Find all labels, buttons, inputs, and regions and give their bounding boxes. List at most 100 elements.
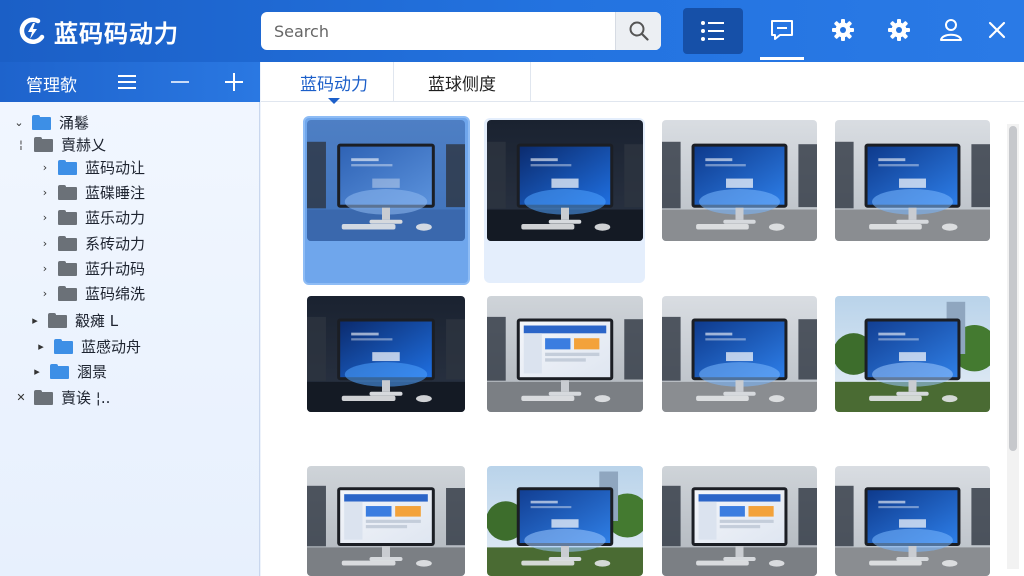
caret-right-icon[interactable]: ▸ [30,360,44,382]
minus-icon [171,81,189,83]
tab-lanqiu-cedu[interactable]: 蓝球侧度 [393,62,531,102]
thumbnail-illustration [835,296,990,412]
panel-collapse-button[interactable] [168,70,192,94]
thumbnail-image[interactable] [662,120,817,241]
tree-node[interactable]: ✕ 賣诶 ¦.. [14,386,110,408]
thumbnail-illustration [487,296,643,412]
caret-right-icon[interactable]: ▸ [28,309,42,331]
tree-node-label: 蓝升动码 [85,259,146,278]
folder-icon [58,184,77,200]
tree-node-label: 系砖动力 [85,234,146,253]
thumbnail-image[interactable] [307,120,465,241]
thumbnail-illustration [307,296,465,412]
scrollbar-thumb[interactable] [1009,126,1017,451]
tree-node[interactable]: ▸ 蓝感动舟 [34,335,141,357]
list-view-button[interactable] [683,8,743,54]
thumbnail-illustration [835,120,990,241]
folder-icon [50,363,69,379]
chevron-right-icon[interactable]: › [38,282,52,304]
close-icon [988,21,1006,39]
thumbnail-illustration [662,296,817,412]
tree-node[interactable]: › 蓝乐动力 [38,206,145,228]
tree-node[interactable]: ¦ 賣赫乂 [14,133,106,155]
chevron-right-icon[interactable]: › [38,156,52,178]
tree-node-label: 蓝乐动力 [85,208,146,227]
thumbnail-image[interactable] [487,466,643,576]
tree-node-label: 蓝码动让 [85,158,146,177]
comment-button[interactable] [758,6,806,60]
tree-node[interactable]: ⌄ 涌鬈 [12,111,89,133]
tree-node-label: 觳瘫 L [75,311,119,330]
search-button[interactable] [615,12,661,50]
app-title: 蓝码码动力 [54,20,179,48]
app-header: 蓝码码动力 [0,0,1024,62]
tree-node-label: 賣诶 ¦.. [61,388,111,407]
thumbnail-image[interactable] [307,466,465,576]
tree-node-label: 蓝碟睡注 [85,183,146,202]
tree-node[interactable]: › 蓝码动让 [38,156,145,178]
panel-add-button[interactable] [222,70,246,94]
folder-icon [58,209,77,225]
panel-title: 管理欹 [26,76,77,96]
folder-icon [58,235,77,251]
user-icon [940,19,962,41]
folder-icon [34,389,53,405]
manager-panel: 管理欹 ⌄ 涌鬈 ¦ 賣赫乂 › 蓝码动让 › 蓝碟睡注 › 蓝乐动力 › 系砖… [0,62,260,576]
chevron-right-icon[interactable]: › [38,181,52,203]
app-logo-icon [19,17,45,44]
thumbnail-image[interactable] [307,296,465,412]
tab-bar: 蓝码动力 蓝球侧度 [261,62,1024,104]
tree-node-label: 溷景 [77,362,108,381]
panel-menu-button[interactable] [115,70,139,94]
tree-node-label: 蓝码绵洗 [85,284,146,303]
tab-label: 蓝球侧度 [428,74,496,95]
search-input[interactable] [261,12,613,50]
tree-node[interactable]: › 蓝升动码 [38,257,145,279]
thumbnail-image[interactable] [662,466,817,576]
thumbnail-image[interactable] [835,120,990,241]
tree-node[interactable]: ▸ 溷景 [30,360,107,382]
expand-toggle-icon[interactable]: ⌄ [12,111,26,133]
thumbnail-image[interactable] [487,296,643,412]
chevron-right-icon[interactable]: › [38,232,52,254]
search-icon [629,21,649,41]
search-box [261,12,661,50]
tree-node[interactable]: › 蓝码绵洗 [38,282,145,304]
tree-node[interactable]: › 蓝碟睡注 [38,181,145,203]
list-icon [701,21,724,41]
caret-right-icon[interactable]: ▸ [34,335,48,357]
caret-down-icon [328,98,340,104]
folder-icon [58,260,77,276]
chevron-right-icon[interactable]: › [38,206,52,228]
tab-lanma-dongli[interactable]: 蓝码动力 [275,62,393,104]
tree-node-label: 涌鬈 [59,113,90,132]
folder-icon [32,114,51,130]
user-button[interactable] [927,6,975,54]
tree-node[interactable]: › 系砖动力 [38,232,145,254]
menu-icon [118,75,136,89]
thumbnail-illustration [487,120,643,241]
gear-icon [888,19,910,41]
tab-label: 蓝码动力 [300,74,368,95]
folder-icon [58,285,77,301]
thumbnail-illustration [307,466,465,576]
thumbnail-illustration [307,120,465,241]
thumbnail-illustration [835,466,990,576]
settings-2-button[interactable] [875,6,923,54]
close-icon[interactable]: ✕ [14,386,28,408]
tree-node-label: 賣赫乂 [61,135,107,154]
comment-icon [771,20,793,40]
settings-button[interactable] [819,6,867,54]
tree-node-label: 蓝感动舟 [81,337,142,356]
folder-icon [34,136,53,152]
close-button[interactable] [973,6,1021,54]
folder-icon [54,338,73,354]
thumbnail-image[interactable] [835,466,990,576]
thumbnail-image[interactable] [662,296,817,412]
plus-icon [225,73,243,91]
folder-icon [58,159,77,175]
chevron-right-icon[interactable]: › [38,257,52,279]
tree-node[interactable]: ▸ 觳瘫 L [28,309,118,331]
thumbnail-image[interactable] [487,120,643,241]
thumbnail-image[interactable] [835,296,990,412]
